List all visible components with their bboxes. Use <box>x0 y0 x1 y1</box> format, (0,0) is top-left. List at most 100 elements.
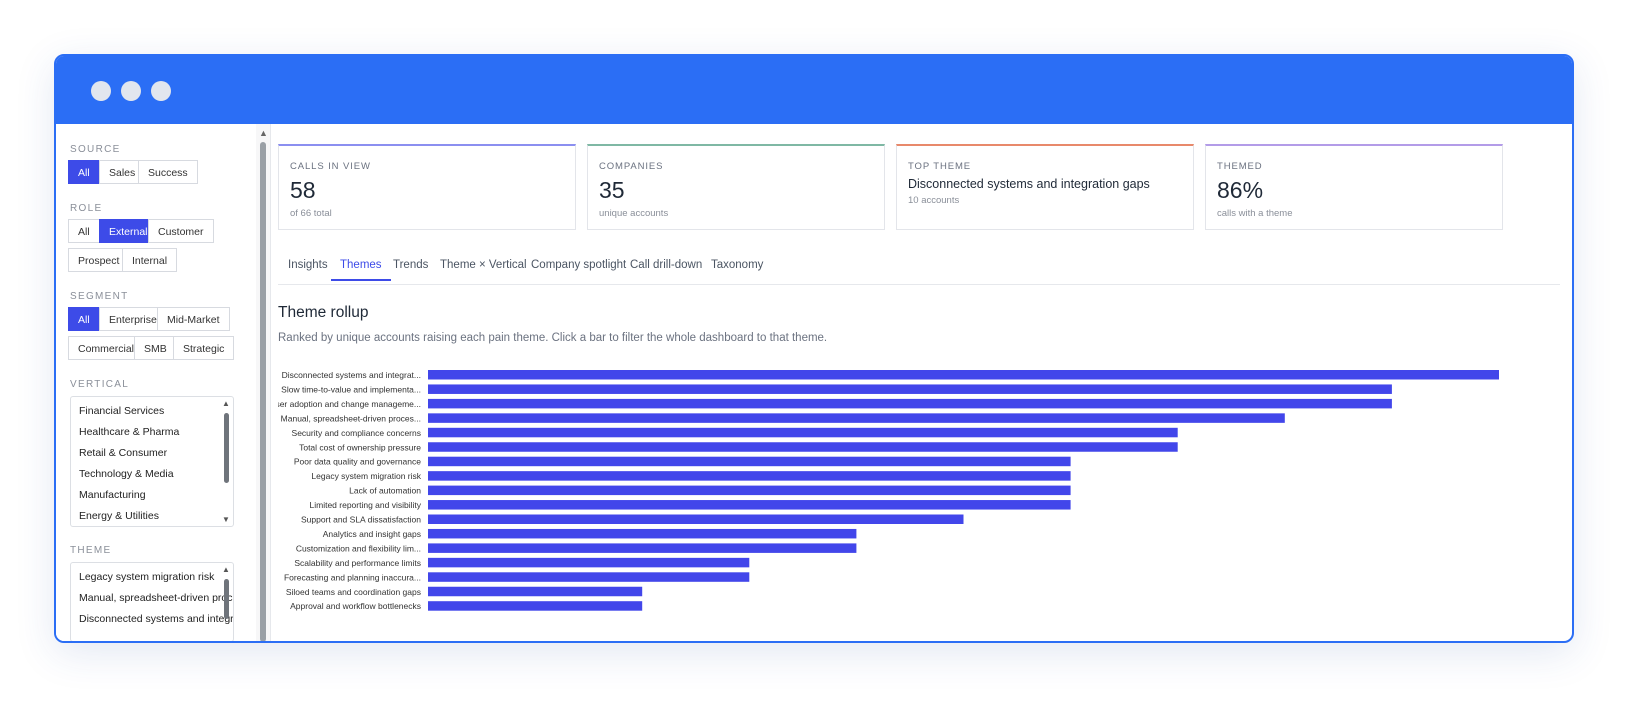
filter-sidebar: SOURCE All Sales Success ROLE All Extern… <box>56 124 258 641</box>
bar-label: Limited reporting and visibility <box>310 500 422 510</box>
role-chip-all[interactable]: All <box>68 219 100 243</box>
tab-taxonomy[interactable]: Taxonomy <box>711 259 763 279</box>
theme-bar[interactable] <box>428 514 964 525</box>
segment-chip-all[interactable]: All <box>68 307 100 331</box>
theme-option[interactable]: Legacy system migration risk <box>71 567 233 588</box>
tab-trends[interactable]: Trends <box>393 259 428 279</box>
theme-bar[interactable] <box>428 456 1071 467</box>
kpi-card-calls: CALLS IN VIEW 58 of 66 total <box>278 144 576 230</box>
bar-label: Legacy system migration risk <box>311 471 421 481</box>
kpi-subtext: 10 accounts <box>908 195 960 206</box>
vertical-listbox[interactable]: Financial Services Healthcare & Pharma R… <box>70 396 234 527</box>
theme-bar[interactable] <box>428 572 750 582</box>
scroll-thumb[interactable] <box>224 579 229 619</box>
kpi-label: THEMED <box>1217 161 1263 172</box>
theme-option[interactable]: Manual, spreadsheet-driven processe <box>71 588 233 609</box>
vertical-option[interactable]: Financial Services <box>71 401 233 422</box>
sidebar-scrollbar[interactable]: ▲ <box>256 124 270 641</box>
scroll-thumb[interactable] <box>224 413 229 483</box>
tab-theme-vertical[interactable]: Theme × Vertical <box>440 259 527 279</box>
vertical-option[interactable]: Technology & Media <box>71 464 233 485</box>
theme-option[interactable]: Disconnected systems and integratior <box>71 609 233 630</box>
sidebar-scroll-thumb[interactable] <box>260 142 266 641</box>
tab-company-spotlight[interactable]: Company spotlight <box>531 259 626 279</box>
bar-label: Lack of automation <box>349 486 421 496</box>
theme-bar[interactable] <box>428 442 1178 452</box>
scroll-up-icon[interactable]: ▲ <box>222 565 230 574</box>
theme-bar[interactable] <box>428 370 1499 380</box>
scroll-up-icon[interactable]: ▲ <box>259 128 268 138</box>
kpi-subtext: unique accounts <box>599 208 669 219</box>
scroll-up-icon[interactable]: ▲ <box>222 399 230 408</box>
kpi-value: 35 <box>599 177 625 203</box>
bar-label: Customization and flexibility lim... <box>296 543 421 553</box>
kpi-value: Disconnected systems and integration gap… <box>908 177 1150 191</box>
window-titlebar <box>56 56 1572 124</box>
theme-bar[interactable] <box>428 528 857 539</box>
theme-bar[interactable] <box>428 413 1285 423</box>
bar-label: Disconnected systems and integrat... <box>282 370 421 380</box>
tab-bar: Insights Themes Trends Theme × Vertical … <box>278 256 1560 285</box>
source-chip-success[interactable]: Success <box>138 160 198 184</box>
segment-label: SEGMENT <box>70 291 129 302</box>
tab-call-drill-down[interactable]: Call drill-down <box>630 259 702 279</box>
theme-bar[interactable] <box>428 543 857 553</box>
theme-rollup-chart: Disconnected systems and integrat... Slow… <box>269 360 1514 618</box>
kpi-label: COMPANIES <box>599 161 664 172</box>
kpi-card-companies: COMPANIES 35 unique accounts <box>587 144 885 230</box>
bar-label: Total cost of ownership pressure <box>299 442 421 452</box>
source-chip-all[interactable]: All <box>68 160 100 184</box>
bar-label: Analytics and insight gaps <box>323 529 421 539</box>
role-chip-internal[interactable]: Internal <box>122 248 178 272</box>
theme-bar[interactable] <box>428 398 1392 409</box>
role-label: ROLE <box>70 203 103 214</box>
vertical-option[interactable]: Healthcare & Pharma <box>71 422 233 443</box>
main-content: CALLS IN VIEW 58 of 66 total COMPANIES 3… <box>269 124 1572 641</box>
source-label: SOURCE <box>70 144 121 155</box>
sidebar-divider <box>270 124 271 641</box>
window-dot-icon[interactable] <box>121 81 141 101</box>
window-dot-icon[interactable] <box>151 81 171 101</box>
segment-chip-strategic[interactable]: Strategic <box>173 336 235 360</box>
segment-chip-commercial[interactable]: Commercial <box>68 336 145 360</box>
bar-label: Slow time-to-value and implementa... <box>281 384 421 394</box>
theme-listbox[interactable]: Legacy system migration risk Manual, spr… <box>70 562 234 641</box>
theme-rollup-chart-svg: Disconnected systems and integrat... Slow… <box>269 370 1499 611</box>
bar-label: Manual, spreadsheet-driven proces... <box>281 413 421 423</box>
role-chip-prospect[interactable]: Prospect <box>68 248 130 272</box>
tab-themes[interactable]: Themes <box>331 259 391 281</box>
section-description: Ranked by unique accounts raising each p… <box>278 332 828 344</box>
theme-bar[interactable] <box>428 500 1071 510</box>
scroll-down-icon[interactable]: ▼ <box>222 515 230 524</box>
tab-insights[interactable]: Insights <box>288 259 328 279</box>
section-title: Theme rollup <box>278 304 369 321</box>
vertical-option[interactable]: Retail & Consumer <box>71 443 233 464</box>
theme-label: THEME <box>70 545 112 556</box>
segment-chip-mid-market[interactable]: Mid-Market <box>157 307 230 331</box>
kpi-subtext: calls with a theme <box>1217 208 1293 219</box>
segment-chip-smb[interactable]: SMB <box>134 336 177 360</box>
theme-bar[interactable] <box>428 601 643 611</box>
vertical-scrollbar[interactable]: ▲ ▼ <box>219 397 233 526</box>
vertical-option[interactable]: Manufacturing <box>71 485 233 506</box>
bar-label: Poor data quality and governance <box>294 457 421 467</box>
theme-bar[interactable] <box>428 384 1392 394</box>
bar-label: Approval and workflow bottlenecks <box>290 601 421 611</box>
kpi-value: 86% <box>1217 177 1264 203</box>
kpi-value: 58 <box>290 177 316 203</box>
theme-bar[interactable] <box>428 471 1071 481</box>
vertical-option[interactable]: Energy & Utilities <box>71 506 233 526</box>
theme-scrollbar[interactable]: ▲ <box>219 563 233 641</box>
window-dot-icon[interactable] <box>91 81 111 101</box>
theme-bar[interactable] <box>428 485 1071 496</box>
vertical-label: VERTICAL <box>70 379 130 390</box>
kpi-card-themed: THEMED 86% calls with a theme <box>1205 144 1503 230</box>
theme-bar[interactable] <box>428 427 1178 438</box>
kpi-label: CALLS IN VIEW <box>290 161 371 172</box>
theme-bar[interactable] <box>428 586 643 597</box>
bar-label: User adoption and change manageme... <box>278 399 421 409</box>
role-chip-customer[interactable]: Customer <box>148 219 214 243</box>
theme-bar[interactable] <box>428 557 750 568</box>
kpi-subtext: of 66 total <box>290 208 332 219</box>
bar-label: Forecasting and planning inaccura... <box>284 572 421 582</box>
